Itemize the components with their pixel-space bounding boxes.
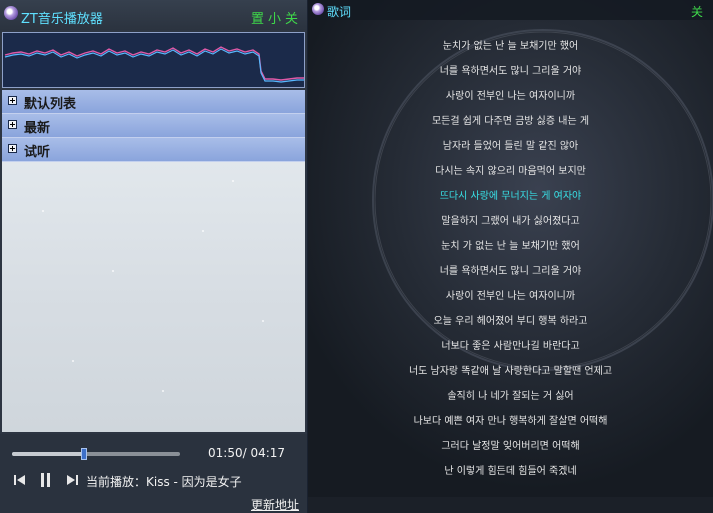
background-star xyxy=(42,210,44,212)
background-star xyxy=(262,320,264,322)
now-playing-prefix: 当前播放： xyxy=(86,475,147,489)
expand-plus-icon[interactable] xyxy=(8,120,17,129)
lyrics-panel: 歌词 关 눈치가 없는 난 늘 보채기만 했어너를 욕하면서도 많니 그리울 거… xyxy=(308,0,713,513)
app-title: ZT音乐播放器 xyxy=(21,12,103,27)
lyrics-title: 歌词 xyxy=(327,5,352,19)
playlist-group-label: 最新 xyxy=(24,121,51,136)
lyric-line: 사랑이 전부인 나는 여자이니까 xyxy=(445,291,576,302)
spectrum-peak-line xyxy=(4,46,304,81)
lyric-line: 난 이렇게 힘든데 힘들어 죽겠네 xyxy=(444,466,577,477)
lyric-line: 너도 남자랑 똑같애 날 사랑한다고 말할땐 언제고 xyxy=(408,366,613,377)
lyric-line: 그러다 날정말 잊어버리면 어떡해 xyxy=(441,441,580,452)
previous-track-icon[interactable] xyxy=(14,474,26,486)
player-panel: ZT音乐播放器 置 小 关 默认列表 最新 试听 01:50/ 04:17 当前… xyxy=(0,0,307,513)
playlist-group[interactable]: 默认列表 xyxy=(2,90,305,114)
app-logo-icon xyxy=(4,6,18,20)
close-button[interactable]: 关 xyxy=(285,8,298,27)
lyric-line: 오늘 우리 헤어졌어 부디 행복 하라고 xyxy=(433,316,588,327)
seek-bar-fill xyxy=(12,452,84,456)
lyric-line: 눈치가 없는 난 늘 보채기만 했어 xyxy=(442,41,579,52)
lyrics-footer xyxy=(308,497,713,513)
lyric-line: 솔직히 나 네가 잘되는 거 싫어 xyxy=(447,391,574,402)
expand-plus-icon[interactable] xyxy=(8,144,17,153)
player-title-bar[interactable]: ZT音乐播放器 置 小 关 xyxy=(0,0,307,30)
playlist-group-label: 默认列表 xyxy=(24,97,77,112)
background-star xyxy=(232,180,234,182)
lyric-line: 남자라 들었어 들린 말 같진 않아 xyxy=(442,141,579,152)
now-playing-title: Kiss - 因为是女子 xyxy=(146,475,242,489)
background-star xyxy=(72,360,74,362)
lyrics-close-button[interactable]: 关 xyxy=(691,3,703,20)
update-address-link[interactable]: 更新地址 xyxy=(251,496,299,513)
lyrics-logo-icon xyxy=(312,3,324,15)
lyric-line: 말을하지 그랬어 내가 싫어졌다고 xyxy=(441,216,580,227)
playlist-group[interactable]: 最新 xyxy=(2,114,305,138)
lyric-line: 너를 욕하면서도 많니 그리울 거야 xyxy=(439,266,582,277)
lyric-line: 사랑이 전부인 나는 여자이니까 xyxy=(445,91,576,102)
lyric-line: 모든걸 쉽게 다주면 금방 싫증 내는 게 xyxy=(431,116,590,127)
settings-button[interactable]: 置 xyxy=(251,8,264,27)
time-display: 01:50/ 04:17 xyxy=(208,446,285,460)
lyric-line: 눈치 가 없는 난 늘 보채기만 했어 xyxy=(441,241,580,252)
now-playing-text: 当前播放：Kiss - 因为是女子 xyxy=(86,473,242,490)
background-star xyxy=(112,270,114,272)
playback-controls: 01:50/ 04:17 当前播放：Kiss - 因为是女子 更新地址 xyxy=(0,434,307,513)
lyric-line: 너를 욕하면서도 많니 그리울 거야 xyxy=(439,66,582,77)
next-track-icon[interactable] xyxy=(66,474,78,486)
lyric-line: 뜨다시 사랑에 무너지는 게 여자야 xyxy=(439,191,582,202)
lyrics-title-bar[interactable]: 歌词 关 xyxy=(308,0,713,20)
seek-handle[interactable] xyxy=(80,448,87,460)
spectrum-graph xyxy=(4,46,304,83)
lyric-line: 나보다 예쁜 여자 만나 행복하게 잘살면 어떡해 xyxy=(413,416,608,427)
expand-plus-icon[interactable] xyxy=(8,96,17,105)
total-time: 04:17 xyxy=(250,446,286,460)
current-time: 01:50 xyxy=(208,446,243,460)
lyric-line: 너보다 좋은 사람만나길 바란다고 xyxy=(441,341,580,352)
spectrum-visualizer xyxy=(2,32,305,88)
lyric-line: 다시는 속지 않으리 마음먹어 보지만 xyxy=(435,166,586,177)
playlist-group-label: 试听 xyxy=(24,145,51,160)
pause-icon[interactable] xyxy=(40,473,52,487)
background-star xyxy=(162,390,164,392)
seek-bar[interactable] xyxy=(12,448,180,460)
background-star xyxy=(202,230,204,232)
minimize-button[interactable]: 小 xyxy=(268,8,281,27)
playlist-area: 默认列表 最新 试听 xyxy=(2,90,305,432)
playlist-group[interactable]: 试听 xyxy=(2,138,305,162)
